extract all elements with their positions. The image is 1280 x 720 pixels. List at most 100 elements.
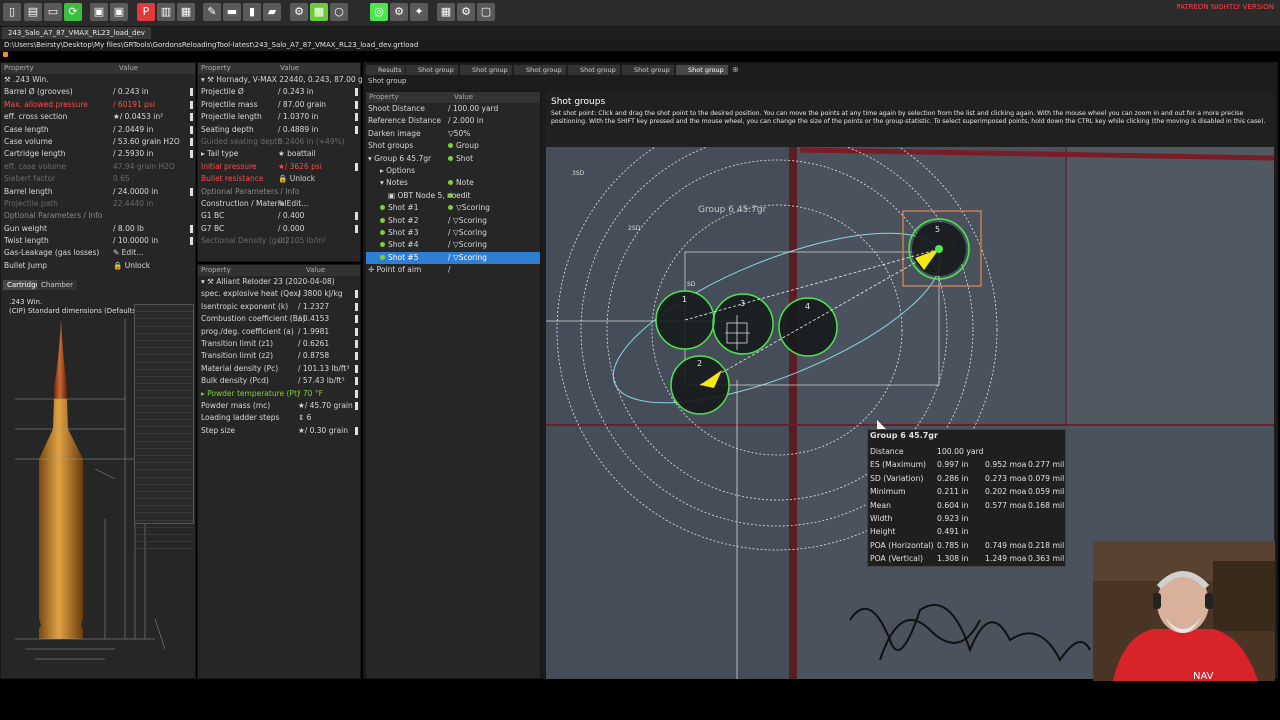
- cartridge-property-slider-handle[interactable]: [190, 125, 193, 134]
- projectile-property-row[interactable]: Bullet resistance 🔒 Unlock: [198, 173, 360, 185]
- shot-tree-row[interactable]: ▣ OBT Node 5, no edit: [366, 190, 540, 202]
- powder-property-row[interactable]: Bulk density (Pcd) / 57.43 lb/ft³: [198, 375, 360, 387]
- cartridge-property-row[interactable]: Barrel length / 24.0000 in: [1, 186, 195, 198]
- powder-property-slider-handle[interactable]: [355, 327, 358, 336]
- projectile-group-row[interactable]: ▾ ⚒ Hornady, V-MAX 22440, 0.243, 87.00 g…: [198, 74, 366, 86]
- config-icon[interactable]: ⚙: [457, 3, 475, 21]
- cartridge-property-slider-handle[interactable]: [190, 113, 193, 122]
- powder-property-row[interactable]: Transition limit (z1) / 0.6261: [198, 338, 360, 350]
- powder-property-row[interactable]: Powder mass (mc) ★/ 45.70 grain: [198, 400, 360, 412]
- color-icon[interactable]: ▩: [310, 3, 328, 21]
- cartridge-property-row[interactable]: Gun weight / 8.00 lb: [1, 223, 195, 235]
- powder-property-row[interactable]: Step size ★/ 0.30 grain: [198, 425, 360, 437]
- report-icon[interactable]: ▥: [157, 3, 175, 21]
- shot-tree-row[interactable]: Shot #5 / ▽Scoring: [366, 251, 540, 265]
- shot-tree-row[interactable]: Reference Distance / 2.000 in: [366, 115, 540, 127]
- shot-tree-row[interactable]: Shot #2 / ▽Scoring: [366, 215, 540, 227]
- shot-marker-4[interactable]: 4: [805, 302, 810, 311]
- cartridge-property-row[interactable]: Bullet Jump 🔒 Unlock: [1, 260, 195, 272]
- cartridge-property-slider-handle[interactable]: [190, 100, 193, 109]
- cartridge-property-row[interactable]: Projectile path 22.4440 in: [1, 198, 195, 210]
- projectile-property-row[interactable]: Projectile mass / 87.00 grain: [198, 99, 360, 111]
- shot-marker-5[interactable]: 5: [935, 225, 940, 234]
- powder-property-row[interactable]: spec. explosive heat (Qex)/ 3800 kJ/kg: [198, 288, 360, 300]
- powder-property-slider-handle[interactable]: [355, 302, 358, 311]
- pdf-icon[interactable]: P: [137, 3, 155, 21]
- powder-property-row[interactable]: ▸ Powder temperature (Pt)/ 70 °F: [198, 388, 360, 400]
- tab-shot-group[interactable]: Shot group: [676, 65, 729, 75]
- cartridge-property-slider-handle[interactable]: [190, 137, 193, 146]
- powder-property-row[interactable]: Loading ladder steps ⇕ 6: [198, 412, 360, 424]
- cartridge-property-row[interactable]: Optional Parameters / Info: [1, 210, 195, 222]
- reload-icon[interactable]: ⟳: [64, 3, 82, 21]
- cartridge-property-slider-handle[interactable]: [190, 224, 193, 233]
- projectile-property-slider-handle[interactable]: [355, 125, 358, 134]
- wrench-icon[interactable]: ✦: [410, 3, 428, 21]
- tab-chamber[interactable]: Chamber: [37, 280, 78, 291]
- cartridge-property-row[interactable]: Barrel Ø (grooves) / 0.243 in: [1, 86, 195, 98]
- shot-tree-row[interactable]: Shot #1 ▽Scoring: [366, 202, 540, 214]
- open-folder-icon[interactable]: ▭: [44, 3, 62, 21]
- file-tab[interactable]: 243_Salo_A7_87_VMAX_RL23_load_dev: [2, 27, 151, 39]
- save-icon[interactable]: ▣: [90, 3, 108, 21]
- open-file-icon[interactable]: ▤: [24, 3, 42, 21]
- cartridge-property-row[interactable]: Case length / 2.0449 in: [1, 124, 195, 136]
- projectile-property-slider-handle[interactable]: [355, 100, 358, 109]
- cartridge-property-row[interactable]: Case volume / 53.60 grain H2O: [1, 136, 195, 148]
- powder-property-row[interactable]: Material density (Pc) / 101.13 lb/ft³: [198, 363, 360, 375]
- powder-property-slider-handle[interactable]: [355, 389, 358, 398]
- powder-property-row[interactable]: Isentropic exponent (k) / 1.2327: [198, 301, 360, 313]
- cartridge-property-row[interactable]: Twist length / 10.0000 in: [1, 235, 195, 247]
- cartridge-property-slider-handle[interactable]: [190, 150, 193, 159]
- powder-property-slider-handle[interactable]: [355, 426, 358, 435]
- projectile-property-slider-handle[interactable]: [355, 224, 358, 233]
- shot-tree-row[interactable]: ▾ Group 6 45.7gr Shot: [366, 153, 540, 165]
- cartridge-property-slider-handle[interactable]: [190, 187, 193, 196]
- shot-tree-row[interactable]: ▾ Notes Note: [366, 177, 540, 189]
- measure-icon[interactable]: ▬: [223, 3, 241, 21]
- shot-marker-3[interactable]: 3: [740, 299, 745, 308]
- projectile-property-row[interactable]: G7 BC / 0.000: [198, 223, 360, 235]
- tab-shot-group[interactable]: Shot group: [514, 65, 567, 75]
- cartridge-property-slider-handle[interactable]: [190, 237, 193, 246]
- shot-tree-row[interactable]: Darken image ▽50%: [366, 128, 540, 140]
- powder-property-slider-handle[interactable]: [355, 364, 358, 373]
- window-icon[interactable]: ▢: [477, 3, 495, 21]
- tab-shot-group[interactable]: Shot group: [406, 65, 459, 75]
- powder-property-row[interactable]: prog./deg. coefficient (a) / 1.9981: [198, 326, 360, 338]
- shot-tree-row[interactable]: ✛ Point of aim /: [366, 264, 540, 276]
- cartridge-property-row[interactable]: Cartridge length / 2.5930 in: [1, 148, 195, 160]
- projectile-property-row[interactable]: Sectional Density (gsd) 0.2105 lb/in²: [198, 235, 360, 247]
- cartridge-icon[interactable]: ▮: [243, 3, 261, 21]
- cartridge-property-row[interactable]: Gas-Leakage (gas losses) ✎ Edit...: [1, 247, 195, 259]
- powder-property-slider-handle[interactable]: [355, 339, 358, 348]
- projectile-property-slider-handle[interactable]: [355, 113, 358, 122]
- shot-tree-row[interactable]: Shot #4 / ▽Scoring: [366, 239, 540, 251]
- cartridge-property-row[interactable]: eff. case volume 47.94 grain H2O: [1, 161, 195, 173]
- powder-property-slider-handle[interactable]: [355, 352, 358, 361]
- projectile-property-row[interactable]: Initial pressure ★/ 3626 psi: [198, 161, 360, 173]
- projectile-property-row[interactable]: Construction / Material ✎ Edit...: [198, 198, 360, 210]
- tab-shot-group[interactable]: Shot group: [460, 65, 513, 75]
- shot-marker-2[interactable]: 2: [697, 359, 702, 368]
- projectile-property-row[interactable]: Optional Parameters / Info: [198, 186, 360, 198]
- shot-marker-1[interactable]: 1: [682, 295, 687, 304]
- projectile-property-slider-handle[interactable]: [355, 212, 358, 221]
- projectile-property-slider-handle[interactable]: [355, 88, 358, 97]
- shot-tree-row[interactable]: Shot groups Group: [366, 140, 540, 152]
- powder-property-slider-handle[interactable]: [355, 290, 358, 299]
- cartridge-property-row[interactable]: eff. cross section ★/ 0.0453 in²: [1, 111, 195, 123]
- target-icon[interactable]: ◎: [370, 3, 388, 21]
- new-file-icon[interactable]: ▯: [3, 3, 21, 21]
- save-as-icon[interactable]: ▣: [110, 3, 128, 21]
- powder-property-row[interactable]: Transition limit (z2) / 0.8758: [198, 350, 360, 362]
- tools-icon[interactable]: ✎: [203, 3, 221, 21]
- projectile-property-row[interactable]: ▸ Tail type ★ boattail: [198, 148, 360, 160]
- shot-tree-row[interactable]: Shot #3 / ▽Scoring: [366, 227, 540, 239]
- powder-group-row[interactable]: ▾ ⚒ Alliant Reloder 23 (2020-04-08): [198, 276, 360, 288]
- tab-shot-group[interactable]: Shot group: [622, 65, 675, 75]
- circle-icon[interactable]: ○: [330, 3, 348, 21]
- projectile-property-row[interactable]: Projectile length / 1.0370 in: [198, 111, 360, 123]
- tab-results[interactable]: Results: [366, 65, 407, 75]
- cartridge-group-row[interactable]: ⚒ .243 Win.: [1, 74, 195, 86]
